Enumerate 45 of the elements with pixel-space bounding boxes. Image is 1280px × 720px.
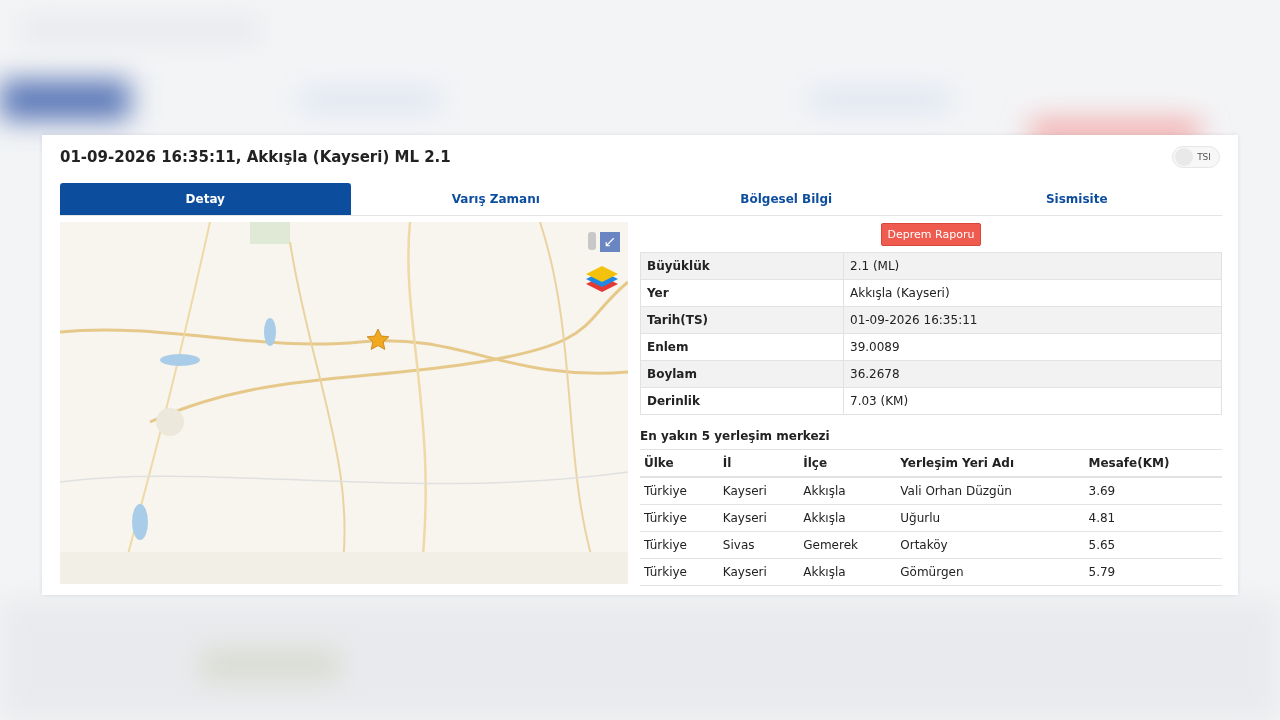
table-cell: Türkiye <box>640 504 719 532</box>
table-cell: 7.03 (KM) <box>843 387 1222 415</box>
table-cell: Derinlik <box>640 387 844 415</box>
table-cell: 36.2678 <box>843 360 1222 388</box>
table-cell: Kayseri <box>718 477 800 505</box>
table-cell: 2.1 (ML) <box>843 252 1222 280</box>
table-cell: 3.69 <box>1084 477 1222 505</box>
table-cell: Uğurlu <box>896 504 1085 532</box>
column-header: İlçe <box>799 449 897 477</box>
table-cell: Kayseri <box>718 558 800 586</box>
table-cell: 5.65 <box>1084 531 1222 559</box>
table-cell: Tarih(TS) <box>640 306 844 334</box>
table-cell: 4.81 <box>1084 504 1222 532</box>
table-cell: Yer <box>640 279 844 307</box>
table-cell: Sivas <box>718 531 800 559</box>
collapse-button[interactable] <box>600 232 620 252</box>
table-cell: 01-09-2026 16:35:11 <box>843 306 1222 334</box>
table-cell: Akkışla (Kayseri) <box>843 279 1222 307</box>
table-cell: Gemerek <box>799 531 897 559</box>
table-cell: Ortaköy <box>896 531 1085 559</box>
table-cell: 5.79 <box>1084 558 1222 586</box>
table-cell: Türkiye <box>640 477 719 505</box>
table-cell: Akkışla <box>799 504 897 532</box>
table-cell: Türkiye <box>640 531 719 559</box>
table-cell: Türkiye <box>640 558 719 586</box>
column-header: Yerleşim Yeri Adı <box>896 449 1085 477</box>
tab[interactable]: Detay <box>60 183 351 215</box>
table-cell: Kayseri <box>718 504 800 532</box>
arrow-icon <box>604 236 616 248</box>
column-header: Mesafe(KM) <box>1084 449 1222 477</box>
table-cell: Boylam <box>640 360 844 388</box>
dialog-title: 01-09-2026 16:35:11, Akkışla (Kayseri) ML 2.1 <box>60 148 451 166</box>
table-cell: Akkışla <box>799 477 897 505</box>
time-toggle[interactable]: TSI <box>1172 146 1220 168</box>
column-header: Ülke <box>640 449 719 477</box>
section-title: En yakın 5 yerleşim merkezi <box>640 429 831 443</box>
table-cell: Vali Orhan Düzgün <box>896 477 1085 505</box>
table-cell: Enlem <box>640 333 844 361</box>
scroll-handle[interactable] <box>588 232 596 250</box>
table-cell: Gömürgen <box>896 558 1085 586</box>
table-cell: Büyüklük <box>640 252 844 280</box>
star-icon <box>366 328 390 352</box>
table-cell: 39.0089 <box>843 333 1222 361</box>
column-header: İl <box>718 449 800 477</box>
table-cell: Akkışla <box>799 558 897 586</box>
